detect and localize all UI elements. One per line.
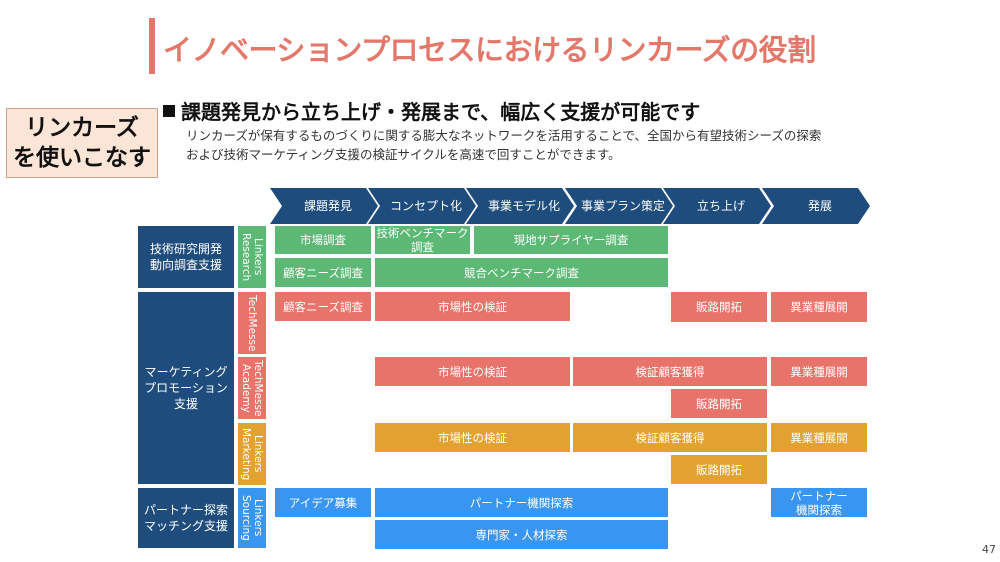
stage-chevron: 立ち上げ xyxy=(663,188,771,224)
block-research-local-supplier: 現地サプライヤー調査 xyxy=(474,226,668,254)
block-research-competitor-benchmark: 競合ベンチマーク調査 xyxy=(375,258,668,287)
block-marketing-market-validation: 市場性の検証 xyxy=(375,423,570,452)
stage-label: 立ち上げ xyxy=(696,199,745,213)
service-linkers-sourcing: Linkers Sourcing xyxy=(238,488,266,548)
block-research-tech-benchmark: 技術ベンチマーク 調査 xyxy=(375,226,470,254)
stage-label: 事業プラン策定 xyxy=(580,199,665,213)
block-academy-customer-acquisition: 検証顧客獲得 xyxy=(573,357,767,386)
page-number: 47 xyxy=(982,543,996,556)
callout-box: リンカーズ を使いこなす xyxy=(6,108,158,178)
block-academy-cross-industry: 異業種展開 xyxy=(771,357,867,386)
description-line1: リンカーズが保有するものづくりに関する膨大なネットワークを活用することで、全国か… xyxy=(186,128,822,143)
stage-chevron: 事業モデル化 xyxy=(466,188,574,224)
block-research-market: 市場調査 xyxy=(275,226,371,254)
block-techmesse-cross-industry: 異業種展開 xyxy=(771,292,867,322)
service-linkers-marketing: Linkers Marketing xyxy=(238,423,266,485)
category-research: 技術研究開発 動向調査支援 xyxy=(138,226,234,288)
block-sourcing-partner-search: パートナー機関探索 xyxy=(375,488,668,517)
block-sourcing-expert-search: 専門家・人材探索 xyxy=(375,520,668,549)
description: リンカーズが保有するものづくりに関する膨大なネットワークを活用することで、全国か… xyxy=(186,126,821,164)
stage-label: 事業モデル化 xyxy=(487,199,560,213)
square-bullet-icon xyxy=(163,105,175,117)
block-techmesse-sales-channel: 販路開拓 xyxy=(671,292,767,322)
category-marketing: マーケティング プロモーション 支援 xyxy=(138,292,234,484)
stage-label: 発展 xyxy=(807,199,832,213)
stage-chevron: 課題発見 xyxy=(270,188,378,224)
stage-label: 課題発見 xyxy=(303,199,352,213)
block-academy-sales-channel: 販路開拓 xyxy=(671,389,767,418)
block-sourcing-partner-search-dev: パートナー 機関探索 xyxy=(771,488,867,517)
block-marketing-cross-industry: 異業種展開 xyxy=(771,423,867,452)
stage-chevron: 事業プラン策定 xyxy=(565,188,673,224)
description-line2: および技術マーケティング支援の検証サイクルを高速で回すことができます。 xyxy=(186,147,621,162)
stage-chevron: 発展 xyxy=(762,188,870,224)
block-marketing-customer-acquisition: 検証顧客獲得 xyxy=(573,423,767,452)
headline-text: 課題発見から立ち上げ・発展まで、幅広く支援が可能です xyxy=(181,100,701,124)
callout-line1: リンカーズ xyxy=(25,115,139,141)
stage-label: コンセプト化 xyxy=(389,199,462,213)
block-research-customer-needs: 顧客ニーズ調査 xyxy=(275,258,371,287)
block-marketing-sales-channel: 販路開拓 xyxy=(671,455,767,484)
service-techmesse: TechMesse xyxy=(238,292,266,354)
service-linkers-research: Linkers Research xyxy=(238,226,266,288)
block-academy-market-validation: 市場性の検証 xyxy=(375,357,570,386)
block-techmesse-market-validation: 市場性の検証 xyxy=(375,292,570,321)
callout-line2: を使いこなす xyxy=(13,145,151,171)
title-accent-bar xyxy=(149,18,155,74)
block-sourcing-idea: アイデア募集 xyxy=(275,488,371,517)
headline: 課題発見から立ち上げ・発展まで、幅広く支援が可能です xyxy=(163,96,700,125)
slide-title: イノベーションプロセスにおけるリンカーズの役割 xyxy=(163,33,816,67)
category-partner: パートナー探索 マッチング支援 xyxy=(138,488,234,548)
service-techmesse-academy: TechMesse Academy xyxy=(238,357,266,419)
stage-chevron: コンセプト化 xyxy=(368,188,476,224)
block-techmesse-customer-needs: 顧客ニーズ調査 xyxy=(275,292,371,321)
